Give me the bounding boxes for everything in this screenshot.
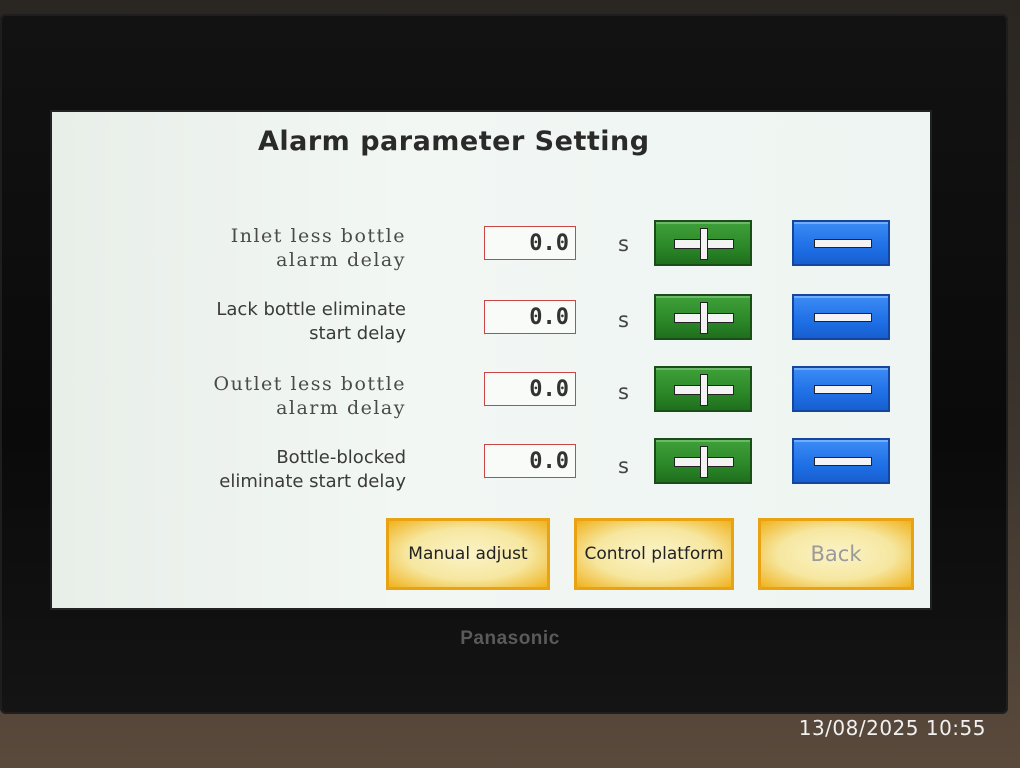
parameter-row-lack-bottle: Lack bottle eliminate start delay 0.0 s [52,294,930,366]
back-button[interactable]: Back [758,518,914,590]
parameter-row-inlet-less-bottle: Inlet less bottle alarm delay 0.0 s [52,220,930,292]
minus-icon [814,313,872,322]
unit-label: s [618,454,629,478]
parameter-label: Bottle-blocked eliminate start delay [219,447,406,492]
unit-label: s [618,380,629,404]
parameter-label: Inlet less bottle alarm delay [230,225,406,271]
value-field[interactable]: 0.0 [484,300,576,334]
value-field[interactable]: 0.0 [484,226,576,260]
minus-icon [814,239,872,248]
parameter-row-bottle-blocked: Bottle-blocked eliminate start delay 0.0… [52,438,930,510]
unit-label: s [618,308,629,332]
hmi-screen: Alarm parameter Setting Inlet less bottl… [50,110,932,610]
increment-button[interactable] [654,220,752,266]
increment-button[interactable] [654,366,752,412]
parameter-label: Lack bottle eliminate start delay [216,299,406,344]
brand-logo: Panasonic [460,628,560,649]
minus-icon [814,385,872,394]
value-field[interactable]: 0.0 [484,444,576,478]
decrement-button[interactable] [792,294,890,340]
control-platform-button[interactable]: Control platform [574,518,734,590]
increment-button[interactable] [654,438,752,484]
decrement-button[interactable] [792,438,890,484]
parameter-row-outlet-less-bottle: Outlet less bottle alarm delay 0.0 s [52,366,930,438]
increment-button[interactable] [654,294,752,340]
decrement-button[interactable] [792,220,890,266]
minus-icon [814,457,872,466]
parameter-label: Outlet less bottle alarm delay [213,373,406,419]
manual-adjust-button[interactable]: Manual adjust [386,518,550,590]
page-title: Alarm parameter Setting [258,126,650,157]
unit-label: s [618,232,629,256]
value-field[interactable]: 0.0 [484,372,576,406]
photo-timestamp: 13/08/2025 10:55 [798,716,986,740]
decrement-button[interactable] [792,366,890,412]
